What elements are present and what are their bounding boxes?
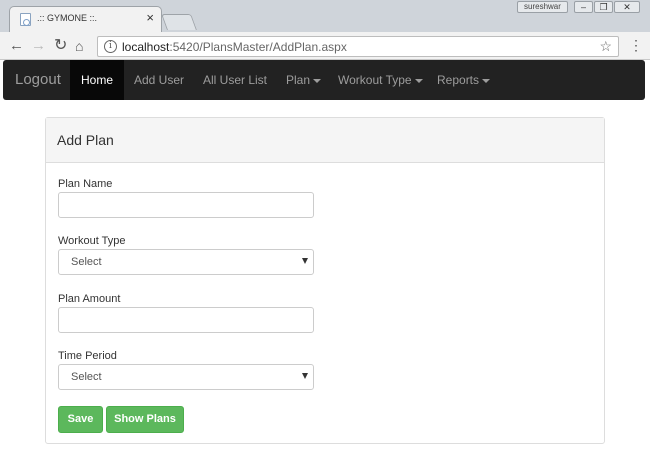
panel-title: Add Plan bbox=[57, 132, 114, 148]
dropdown-arrow-icon bbox=[302, 373, 308, 379]
browser-title-bar: .:: GYMONE ::. × sureshwar – ❐ ✕ bbox=[0, 0, 650, 32]
plan-name-label: Plan Name bbox=[58, 178, 113, 190]
url-host: localhost bbox=[122, 40, 170, 54]
time-period-label: Time Period bbox=[58, 350, 117, 362]
home-icon[interactable]: ⌂ bbox=[75, 37, 83, 55]
dropdown-arrow-icon bbox=[302, 258, 308, 264]
workout-type-select[interactable]: Select bbox=[58, 249, 314, 275]
forward-arrow-icon[interactable]: → bbox=[31, 37, 46, 55]
url-text: localhost:5420/PlansMaster/AddPlan.aspx bbox=[122, 40, 347, 54]
nav-reports-dropdown[interactable]: Reports bbox=[426, 60, 501, 100]
panel-heading: Add Plan bbox=[46, 118, 604, 163]
show-plans-button[interactable]: Show Plans bbox=[106, 406, 184, 433]
close-window-icon[interactable]: ✕ bbox=[614, 1, 640, 13]
add-plan-panel: Add Plan Plan Name Workout Type Select P… bbox=[45, 117, 605, 444]
plan-name-input[interactable] bbox=[58, 192, 314, 218]
minimize-icon[interactable]: – bbox=[574, 1, 593, 13]
caret-down-icon bbox=[482, 78, 491, 83]
nav-plan-label: Plan bbox=[286, 73, 311, 87]
plan-amount-input[interactable] bbox=[58, 307, 314, 333]
close-tab-icon[interactable]: × bbox=[146, 11, 154, 25]
time-period-selected: Select bbox=[71, 371, 102, 383]
page-content: Logout Home Add User All User List Plan … bbox=[3, 60, 645, 464]
caret-down-icon bbox=[414, 78, 423, 83]
browser-tab[interactable]: .:: GYMONE ::. × bbox=[9, 6, 162, 32]
tab-title: .:: GYMONE ::. bbox=[37, 13, 98, 23]
address-bar[interactable]: i localhost:5420/PlansMaster/AddPlan.asp… bbox=[97, 36, 619, 57]
save-button[interactable]: Save bbox=[58, 406, 103, 433]
profile-badge[interactable]: sureshwar bbox=[517, 1, 568, 13]
back-arrow-icon[interactable]: ← bbox=[9, 37, 24, 55]
nav-reports-label: Reports bbox=[437, 73, 480, 87]
info-icon[interactable]: i bbox=[104, 40, 117, 53]
bookmark-star-icon[interactable]: ☆ bbox=[599, 38, 612, 55]
workout-type-selected: Select bbox=[71, 256, 102, 268]
nav-all-user-list[interactable]: All User List bbox=[192, 60, 278, 100]
nav-workout-type-label: Workout Type bbox=[338, 73, 412, 87]
reload-icon[interactable]: ↻ bbox=[54, 37, 67, 55]
time-period-select[interactable]: Select bbox=[58, 364, 314, 390]
nav-home[interactable]: Home bbox=[70, 60, 125, 100]
caret-down-icon bbox=[313, 78, 322, 83]
nav-add-user[interactable]: Add User bbox=[123, 60, 195, 100]
url-path: :5420/PlansMaster/AddPlan.aspx bbox=[169, 40, 347, 54]
browser-menu-icon[interactable]: ⋮ bbox=[629, 37, 643, 53]
nav-plan-dropdown[interactable]: Plan bbox=[275, 60, 332, 100]
browser-toolbar: ← → ↻ ⌂ i localhost:5420/PlansMaster/Add… bbox=[0, 32, 650, 60]
nav-workout-type-dropdown[interactable]: Workout Type bbox=[327, 60, 434, 100]
plan-amount-label: Plan Amount bbox=[58, 293, 121, 305]
workout-type-label: Workout Type bbox=[58, 235, 126, 247]
maximize-icon[interactable]: ❐ bbox=[594, 1, 613, 13]
page-icon bbox=[20, 13, 31, 26]
new-tab-button[interactable] bbox=[161, 14, 197, 30]
navbar: Logout Home Add User All User List Plan … bbox=[3, 60, 645, 100]
logout-link[interactable]: Logout bbox=[15, 60, 61, 100]
